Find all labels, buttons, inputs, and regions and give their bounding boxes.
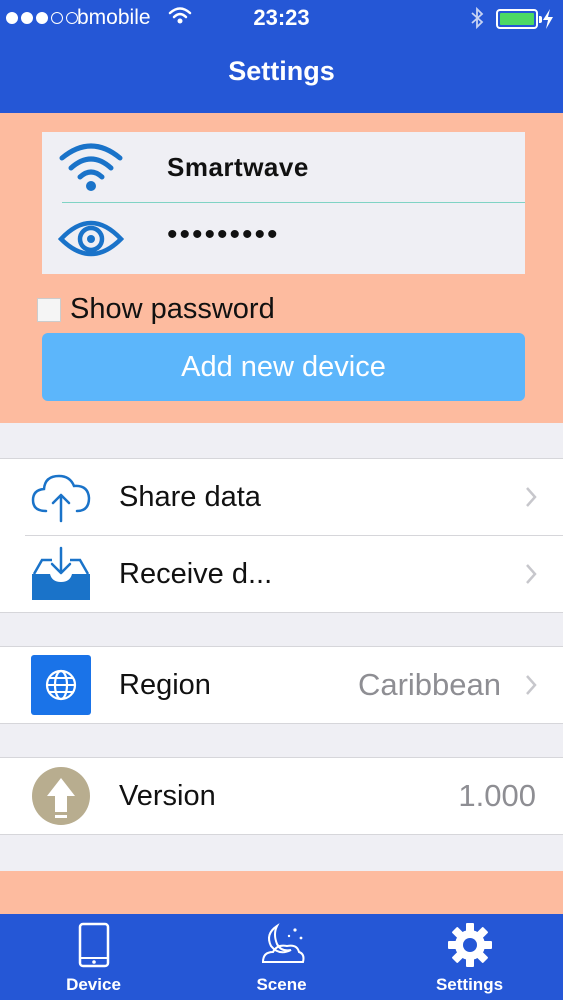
tab-settings-label: Settings [435, 975, 504, 994]
show-password-checkbox[interactable] [37, 297, 61, 322]
receive-data-row[interactable]: Receive d... [0, 536, 563, 612]
credential-box: Smartwave ••••••••• [42, 132, 525, 274]
upgrade-arrow-icon [30, 766, 92, 826]
version-row: Version 1.000 [0, 758, 563, 834]
tab-scene[interactable]: Scene [188, 914, 375, 1000]
version-group: Version 1.000 [0, 757, 563, 835]
show-password-label: Show password [70, 293, 275, 325]
tab-settings[interactable]: Settings [376, 914, 563, 1000]
tab-scene-label: Scene [256, 975, 307, 994]
show-password-toggle[interactable]: Show password [37, 293, 275, 326]
data-transfer-group: Share data Receive d... [0, 458, 563, 613]
network-name-field[interactable]: Smartwave [42, 132, 525, 203]
tab-bar: Device Scene Settings [0, 914, 563, 1000]
tab-device-label: Device [66, 975, 121, 994]
scene-moon-icon [188, 922, 375, 968]
region-label: Region [119, 669, 211, 701]
version-label: Version [119, 780, 216, 812]
region-row[interactable]: Region Caribbean [0, 647, 563, 723]
share-data-row[interactable]: Share data [0, 459, 563, 535]
credential-panel: Smartwave ••••••••• Show password Add ne… [0, 113, 563, 423]
gear-icon [376, 922, 563, 968]
password-field[interactable]: ••••••••• [42, 203, 525, 274]
top-bar: bmobile 23:23 Settings [0, 0, 563, 113]
phone-icon [0, 922, 187, 968]
region-value: Caribbean [357, 667, 501, 702]
battery-icon [496, 9, 542, 29]
charging-icon [542, 8, 554, 35]
tab-device[interactable]: Device [0, 914, 187, 1000]
bluetooth-icon [470, 6, 484, 35]
battery-fill [500, 13, 534, 25]
receive-data-label: Receive d... [119, 558, 273, 590]
eye-icon[interactable] [57, 213, 125, 268]
wifi-icon [58, 142, 124, 197]
chevron-right-icon [525, 486, 537, 513]
page-title: Settings [228, 56, 335, 86]
status-bar: bmobile 23:23 [0, 0, 563, 38]
globe-icon [30, 655, 92, 715]
bottom-color-strip [0, 871, 563, 914]
cloud-upload-icon [30, 467, 92, 527]
add-new-device-button[interactable]: Add new device [42, 333, 525, 401]
password-value: ••••••••• [167, 218, 280, 251]
region-group: Region Caribbean [0, 646, 563, 724]
chevron-right-icon [525, 674, 537, 701]
share-data-label: Share data [119, 481, 261, 513]
chevron-right-icon [525, 563, 537, 590]
inbox-download-icon [30, 544, 92, 604]
version-value: 1.000 [458, 778, 536, 813]
network-name-value: Smartwave [167, 152, 309, 182]
